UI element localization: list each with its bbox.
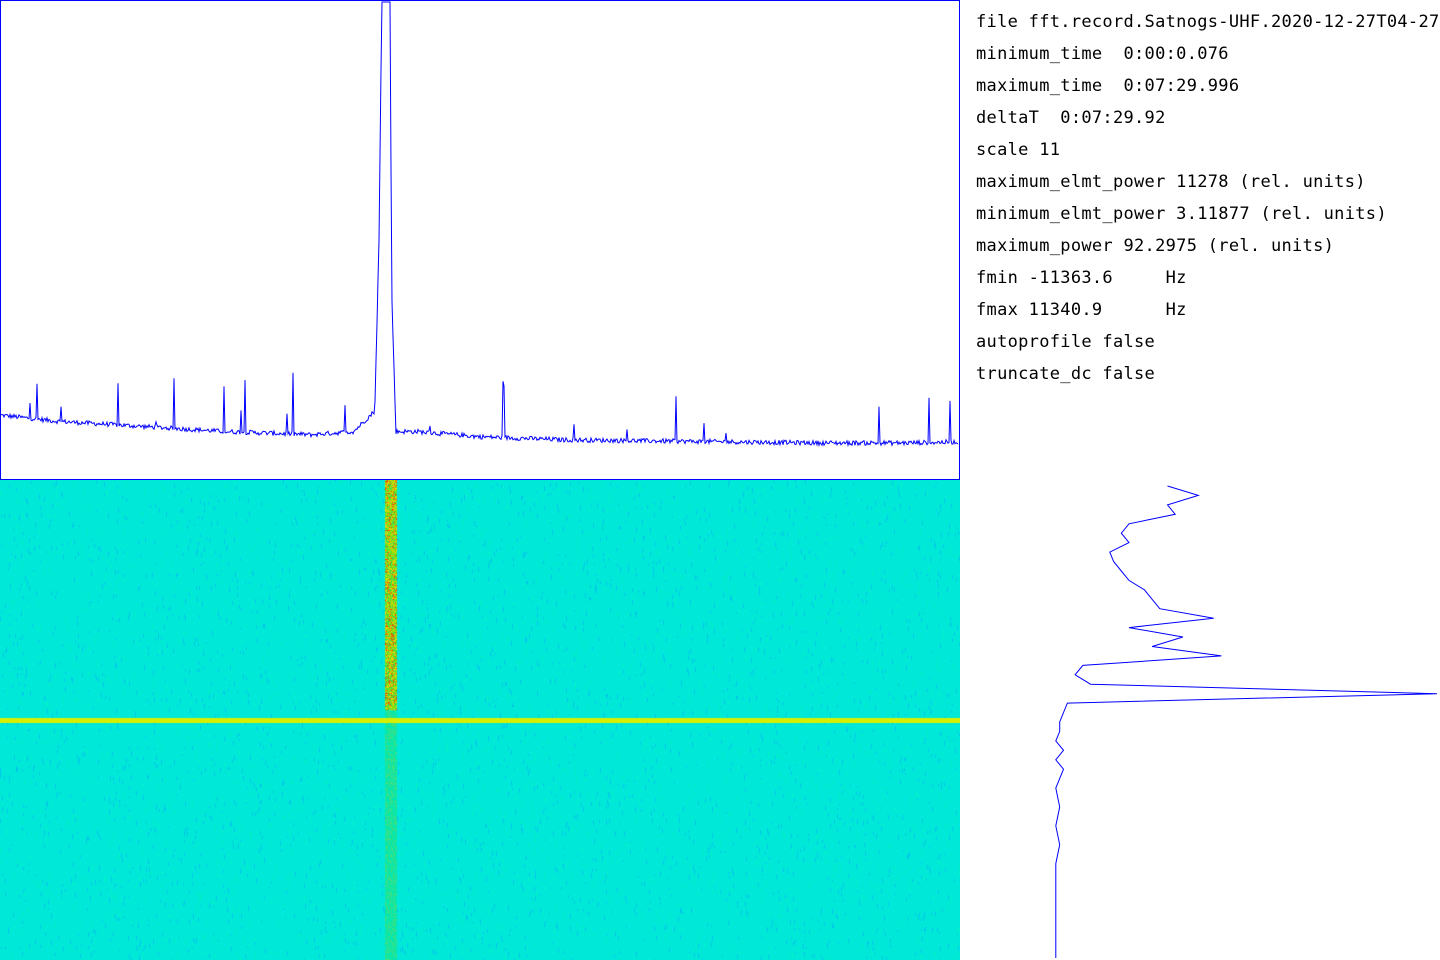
- power-spectrum-plot: [0, 0, 960, 480]
- fmax: fmax 11340.9 Hz: [976, 300, 1187, 320]
- scale: scale 11: [976, 140, 1061, 160]
- truncate-dc: truncate_dc false: [976, 364, 1156, 384]
- minimum-time: minimum_time 0:00:0.076: [976, 44, 1229, 64]
- maximum-power: maximum_power 92.2975 (rel. units): [976, 236, 1335, 256]
- maximum-element-power: maximum_elmt_power 11278 (rel. units): [976, 172, 1366, 192]
- time-profile-plot: [1055, 485, 1438, 958]
- waterfall-spectrogram: [0, 480, 960, 960]
- info-panel: file fft.record.Satnogs-UHF.2020-12-27T0…: [976, 8, 1440, 392]
- maximum-time: maximum_time 0:07:29.996: [976, 76, 1240, 96]
- delta-t: deltaT 0:07:29.92: [976, 108, 1166, 128]
- autoprofile: autoprofile false: [976, 332, 1156, 352]
- minimum-element-power: minimum_elmt_power 3.11877 (rel. units): [976, 204, 1387, 224]
- profile-trace: [1055, 485, 1438, 958]
- fmin: fmin -11363.6 Hz: [976, 268, 1187, 288]
- spectrum-frame: [0, 0, 960, 480]
- file-name: file fft.record.Satnogs-UHF.2020-12-27T0…: [976, 12, 1440, 32]
